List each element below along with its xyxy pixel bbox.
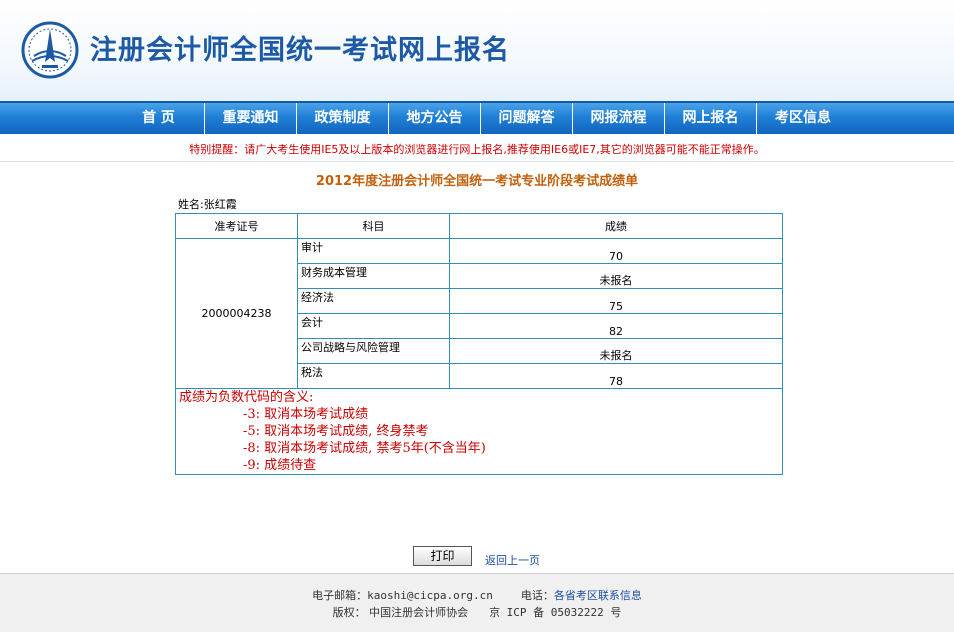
header-exam-id: 准考证号 <box>175 213 298 239</box>
nav-item-faq[interactable]: 问题解答 <box>481 103 573 134</box>
score-cell: 75 <box>449 288 783 314</box>
exam-id-value: 2000004238 <box>175 238 298 389</box>
copyright-label: 版权： <box>332 606 366 619</box>
score-cell: 78 <box>449 363 783 389</box>
score-cell: 70 <box>449 238 783 264</box>
footer-contact-line: 电子邮箱：kaoshi@cicpa.org.cn 电话：各省考区联系信息 <box>0 587 954 603</box>
table-header-row: 准考证号 科目 成绩 <box>175 213 783 239</box>
subject-cell: 财务成本管理 <box>297 263 450 289</box>
note-item: -3: 取消本场考试成绩 <box>243 407 369 422</box>
phone-label: 电话： <box>520 589 554 602</box>
nav-item-local-announcements[interactable]: 地方公告 <box>389 103 481 134</box>
email-link[interactable]: kaoshi@cicpa.org.cn <box>367 589 493 602</box>
header-score: 成绩 <box>449 213 783 239</box>
nav-item-notices[interactable]: 重要通知 <box>205 103 297 134</box>
notes-row: 成绩为负数代码的含义: -3: 取消本场考试成绩 -5: 取消本场考试成绩, 终… <box>175 388 783 475</box>
browser-notice: 特别提醒：请广大考生使用IE5及以上版本的浏览器进行网上报名,推荐使用IE6或I… <box>189 143 765 156</box>
subject-cell: 经济法 <box>297 288 450 314</box>
notes-title: 成绩为负数代码的含义: <box>179 390 314 405</box>
site-title: 注册会计师全国统一考试网上报名 <box>90 35 510 66</box>
footer-copyright-line: 版权： 中国注册会计师协会 京 ICP 备 05032222 号 <box>0 604 954 620</box>
note-item: -5: 取消本场考试成绩, 终身禁考 <box>243 424 429 439</box>
score-cell: 82 <box>449 313 783 339</box>
main-nav: 首 页 重要通知 政策制度 地方公告 问题解答 网报流程 网上报名 考区信息 <box>0 101 954 134</box>
nav-item-exam-area-info[interactable]: 考区信息 <box>757 103 849 134</box>
page-title: 2012年度注册会计师全国统一考试专业阶段考试成绩单 <box>315 174 639 189</box>
subject-cell: 会计 <box>297 313 450 339</box>
score-table: 准考证号 科目 成绩 2000004238 审计 70 财务成本管理 未报名 经… <box>175 213 783 475</box>
score-cell: 未报名 <box>449 338 783 364</box>
subject-cell: 税法 <box>297 363 450 389</box>
print-button[interactable]: 打印 <box>413 546 472 566</box>
nav-item-process[interactable]: 网报流程 <box>573 103 665 134</box>
email-label: 电子邮箱： <box>312 589 368 602</box>
copyright-owner: 中国注册会计师协会 <box>369 606 469 619</box>
subject-cell: 公司战略与风险管理 <box>297 338 450 364</box>
score-cell: 未报名 <box>449 263 783 289</box>
cicpa-logo-icon <box>20 20 80 80</box>
subject-cell: 审计 <box>297 238 450 264</box>
table-row: 2000004238 审计 70 <box>175 238 783 389</box>
site-header: 注册会计师全国统一考试网上报名 <box>0 0 954 101</box>
note-item: -9: 成绩待查 <box>243 458 317 473</box>
site-footer: 电子邮箱：kaoshi@cicpa.org.cn 电话：各省考区联系信息 版权：… <box>0 573 954 632</box>
student-name: 姓名:张红霞 <box>178 198 237 211</box>
note-item: -8: 取消本场考试成绩, 禁考5年(不含当年) <box>243 441 486 456</box>
contact-info-link[interactable]: 各省考区联系信息 <box>554 589 642 602</box>
back-link[interactable]: 返回上一页 <box>485 552 540 568</box>
notes-cell: 成绩为负数代码的含义: -3: 取消本场考试成绩 -5: 取消本场考试成绩, 终… <box>175 388 783 475</box>
nav-item-policies[interactable]: 政策制度 <box>297 103 389 134</box>
nav-item-online-registration[interactable]: 网上报名 <box>665 103 757 134</box>
notice-bar: 特别提醒：请广大考生使用IE5及以上版本的浏览器进行网上报名,推荐使用IE6或I… <box>0 134 954 162</box>
icp-number: 京 ICP 备 05032222 号 <box>489 606 622 619</box>
header-subject: 科目 <box>297 213 450 239</box>
nav-item-home[interactable]: 首 页 <box>113 103 205 134</box>
